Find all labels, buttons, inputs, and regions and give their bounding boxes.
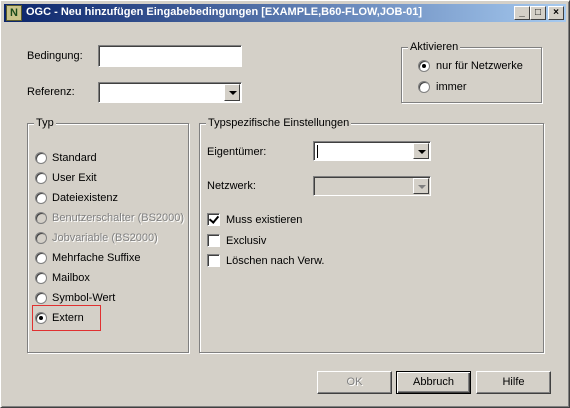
radio-user-exit-label[interactable]: User Exit [52,172,97,184]
radio-benutzerschalter-label: Benutzerschalter (BS2000) [52,212,185,224]
typ-title: Typ [34,117,56,129]
netzwerk-label: Netzwerk: [207,180,256,192]
maximize-button[interactable]: □ [530,6,546,20]
eigentuemer-dropdown-arrow-icon[interactable] [413,143,429,159]
radio-immer-label[interactable]: immer [436,81,467,93]
aktivieren-title: Aktivieren [408,41,461,53]
radio-standard[interactable] [35,152,47,164]
netzwerk-dropdown-arrow-icon [413,178,429,194]
title-bar[interactable]: N OGC - Neu hinzufügen Eingabebedingunge… [4,4,566,22]
close-button[interactable]: × [548,6,564,20]
eigentuemer-label: Eigentümer: [207,146,267,158]
bedingung-input[interactable] [98,45,242,67]
bedingung-label: Bedingung: [27,50,83,62]
check-loeschen-nach-verw[interactable] [207,254,220,267]
radio-immer[interactable] [418,81,430,93]
referenz-dropdown-arrow-icon[interactable] [224,84,240,101]
minimize-button[interactable]: _ [514,6,530,20]
radio-jobvariable-label: Jobvariable (BS2000) [52,232,158,244]
check-muss-existieren[interactable] [207,213,220,226]
window-title: OGC - Neu hinzufügen Eingabebedingungen … [26,6,423,18]
referenz-combo[interactable] [98,82,242,103]
check-exclusiv-label[interactable]: Exclusiv [226,235,266,247]
abbruch-button[interactable]: Abbruch [396,371,471,394]
text-cursor [317,145,318,158]
radio-symbol-wert[interactable] [35,292,47,304]
app-icon: N [6,5,22,21]
netzwerk-combo [313,176,431,196]
radio-extern[interactable] [35,312,47,324]
radio-standard-label[interactable]: Standard [52,152,97,164]
radio-nur-fuer-netzwerke-label[interactable]: nur für Netzwerke [436,60,523,72]
radio-dateiexistenz[interactable] [35,192,47,204]
check-exclusiv[interactable] [207,234,220,247]
radio-user-exit[interactable] [35,172,47,184]
radio-mailbox-label[interactable]: Mailbox [52,272,90,284]
referenz-label: Referenz: [27,86,75,98]
radio-benutzerschalter [35,212,47,224]
dialog-window: N OGC - Neu hinzufügen Eingabebedingunge… [0,0,570,408]
hilfe-button[interactable]: Hilfe [476,371,551,394]
radio-mehrfache-suffixe-label[interactable]: Mehrfache Suffixe [52,252,140,264]
radio-mailbox[interactable] [35,272,47,284]
eigentuemer-combo[interactable] [313,141,431,161]
radio-jobvariable [35,232,47,244]
radio-mehrfache-suffixe[interactable] [35,252,47,264]
ok-button[interactable]: OK [317,371,392,394]
radio-nur-fuer-netzwerke[interactable] [418,60,430,72]
radio-extern-label[interactable]: Extern [52,312,84,324]
check-loeschen-nach-verw-label[interactable]: Löschen nach Verw. [226,255,324,267]
aktivieren-group: Aktivieren [401,41,542,103]
radio-dateiexistenz-label[interactable]: Dateiexistenz [52,192,118,204]
typspez-title: Typspezifische Einstellungen [206,117,352,129]
check-muss-existieren-label[interactable]: Muss existieren [226,214,302,226]
radio-symbol-wert-label[interactable]: Symbol-Wert [52,292,115,304]
